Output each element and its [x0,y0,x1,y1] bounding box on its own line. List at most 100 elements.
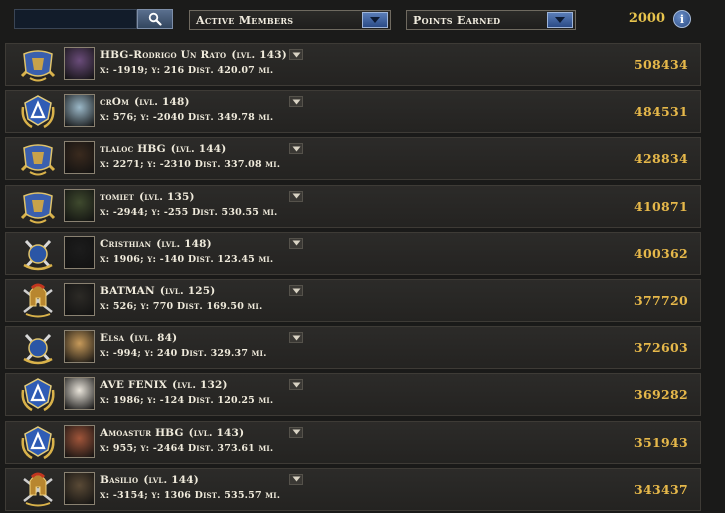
chevron-down-icon [292,429,300,435]
total-points: 2000 [628,11,665,26]
member-points: 410871 [634,198,688,214]
member-points: 343437 [634,481,688,497]
member-coords: x: 526; y: 770 [100,301,174,312]
member-name[interactable]: Basilio [100,474,138,486]
crossed-swords-emblem-icon [18,329,58,367]
info-button[interactable]: i [673,10,691,28]
member-points: 351943 [634,434,688,450]
member-level: (lvl. 135) [139,190,195,203]
member-name[interactable]: crOm [100,96,129,108]
member-options-dropdown[interactable] [289,379,303,391]
chevron-down-icon [292,382,300,388]
member-level: (lvl. 84) [129,332,178,345]
blue-shield-emblem-icon [18,188,58,226]
members-filter-select[interactable]: Active Members [189,10,391,30]
spartan-helmet-emblem-icon [18,282,58,320]
blue-crest-emblem-icon [18,376,58,414]
member-coords: x: 1986; y: -124 [100,395,185,407]
member-row[interactable]: Elsa (lvl. 84) x: -994; y: 240 Dist. 329.… [5,326,701,370]
member-row[interactable]: HBG-Rodrigo Un Rato (lvl. 143) x: -1919; … [5,43,701,86]
masked-hero-avatar[interactable] [64,283,95,316]
member-points: 372603 [634,340,688,356]
spartan-helmet-emblem-icon [18,471,58,509]
chevron-down-icon [292,193,300,199]
scroll-edge [705,40,725,512]
member-distance: Dist. 169.50 mi. [176,301,263,312]
member-distance: Dist. 373.61 mi. [187,442,274,454]
hooded-figure-avatar[interactable] [64,188,95,222]
search-button[interactable] [137,9,173,29]
chevron-down-icon [547,12,573,28]
chevron-down-icon [292,99,300,105]
member-distance: Dist. 120.25 mi. [187,395,274,407]
blue-shield-emblem-icon [18,140,58,178]
knight-avatar[interactable] [64,471,95,505]
member-options-dropdown[interactable] [289,143,303,155]
member-coords: x: 1906; y: -140 [100,253,185,265]
blue-shield-emblem-icon [18,46,58,84]
member-row[interactable]: AVE FENIX (lvl. 132) x: 1986; y: -124 Dis… [5,373,701,417]
member-level: (lvl. 132) [172,379,228,392]
blue-crest-emblem-icon [18,93,58,131]
member-name[interactable]: AVE FENIX [100,379,167,391]
member-name[interactable]: tomiet [100,191,134,203]
member-options-dropdown[interactable] [289,237,303,249]
top-bar: Active Members Points Earned 2000 i [0,0,725,40]
search-icon [148,12,162,26]
sort-label: Points Earned [413,13,501,27]
chevron-down-icon [362,12,388,28]
members-filter-label: Active Members [196,13,294,27]
member-options-dropdown[interactable] [289,49,303,60]
cartoon-bird-avatar[interactable] [64,377,95,411]
member-options-dropdown[interactable] [289,332,303,344]
member-level: (lvl. 144) [170,143,227,156]
member-options-dropdown[interactable] [289,426,303,438]
member-options-dropdown[interactable] [289,285,303,296]
member-name[interactable]: tlaloc HBG [100,143,166,155]
member-level: (lvl. 125) [159,285,216,297]
member-name[interactable]: Elsa [100,332,124,344]
sort-select[interactable]: Points Earned [406,10,576,30]
member-row[interactable]: crOm (lvl. 148) x: 576; y: -2040 Dist. 34… [5,90,701,134]
white-creature-avatar[interactable] [64,94,95,128]
woman-avatar[interactable] [64,330,95,364]
member-coords: x: 955; y: -2464 [100,442,185,454]
member-row[interactable]: tlaloc HBG (lvl. 144) x: 2271; y: -2310 D… [5,137,701,181]
member-row[interactable]: BATMAN (lvl. 125) x: 526; y: 770 Dist. 16… [5,279,701,322]
member-row[interactable]: Cristhian (lvl. 148) x: 1906; y: -140 Dis… [5,231,701,275]
member-distance: Dist. 337.08 mi. [194,159,281,171]
member-coords: x: 2271; y: -2310 [100,159,192,171]
member-options-dropdown[interactable] [289,473,303,485]
member-row[interactable]: tomiet (lvl. 135) x: -2944; y: -255 Dist.… [5,184,701,228]
member-coords: x: -994; y: 240 [100,348,178,360]
search-input[interactable] [15,12,136,31]
painting-avatar[interactable] [64,424,95,458]
member-level: (lvl. 143) [231,49,287,61]
blue-crest-emblem-icon [18,424,58,462]
member-options-dropdown[interactable] [289,96,303,108]
member-distance: Dist. 530.55 mi. [191,206,278,218]
member-distance: Dist. 123.45 mi. [187,253,274,265]
chevron-down-icon [292,335,300,341]
member-points: 369282 [634,387,688,403]
member-level: (lvl. 143) [188,426,245,439]
member-name[interactable]: Amoastur HBG [100,427,184,439]
chevron-down-icon [292,476,300,482]
dark-figure-avatar[interactable] [64,141,95,175]
member-distance: Dist. 420.07 mi. [187,65,274,76]
member-points: 377720 [634,293,688,308]
member-level: (lvl. 148) [156,237,212,250]
member-coords: x: -1919; y: 216 [100,65,185,76]
info-icon: i [679,12,685,26]
member-options-dropdown[interactable] [289,190,303,202]
member-row[interactable]: Basilio (lvl. 144) x: -3154; y: 1306 Dist… [5,467,701,511]
knot-symbol-avatar[interactable] [64,235,95,269]
member-distance: Dist. 349.78 mi. [187,112,274,124]
member-name[interactable]: BATMAN [100,285,155,297]
warrior-avatar[interactable] [64,47,95,80]
member-row[interactable]: Amoastur HBG (lvl. 143) x: 955; y: -2464 … [5,420,701,464]
chevron-down-icon [292,240,300,246]
member-name[interactable]: HBG-Rodrigo Un Rato [100,49,226,61]
member-name[interactable]: Cristhian [100,238,151,250]
search-box[interactable] [14,9,137,31]
